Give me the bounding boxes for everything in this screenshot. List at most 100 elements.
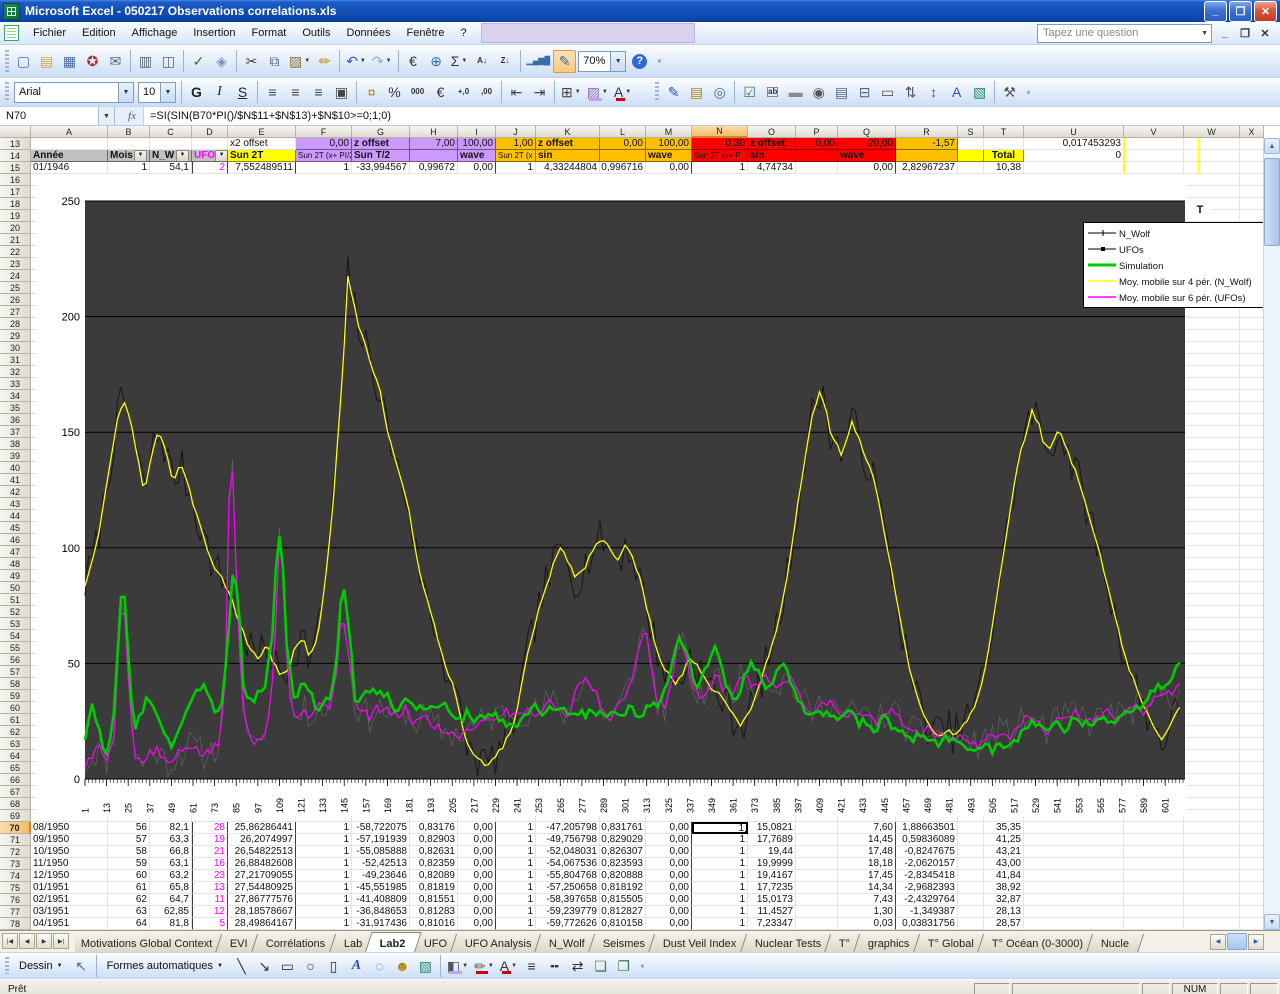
cell-I72[interactable]: 0,00 bbox=[458, 846, 496, 858]
cell-N15[interactable]: 1 bbox=[692, 162, 748, 174]
cell-S74[interactable] bbox=[958, 870, 984, 882]
row-header-27[interactable]: 27 bbox=[0, 306, 31, 318]
cell-W65[interactable] bbox=[1184, 762, 1240, 774]
row-header-58[interactable]: 58 bbox=[0, 678, 31, 690]
cell-X36[interactable] bbox=[1240, 414, 1264, 426]
vertical-scrollbar[interactable]: ▲▼ bbox=[1263, 138, 1280, 930]
cell-S72[interactable] bbox=[958, 846, 984, 858]
cell-W66[interactable] bbox=[1184, 774, 1240, 786]
cell-P70[interactable] bbox=[796, 822, 838, 834]
column-header-M[interactable]: M bbox=[646, 126, 692, 138]
tab-first-icon[interactable]: |◀ bbox=[2, 933, 18, 949]
cell-K71[interactable]: -49,756798 bbox=[536, 834, 600, 846]
cell-G78[interactable]: -31,917436 bbox=[352, 918, 410, 930]
cell-X37[interactable] bbox=[1240, 426, 1264, 438]
autofilter-dropdown-icon[interactable]: ▼ bbox=[134, 150, 147, 162]
cell-T74[interactable]: 41,84 bbox=[984, 870, 1024, 882]
cell-P15[interactable] bbox=[796, 162, 838, 174]
row-header-46[interactable]: 46 bbox=[0, 534, 31, 546]
column-header-W[interactable]: W bbox=[1184, 126, 1240, 138]
scrollbar-control-icon[interactable]: ↕ bbox=[922, 81, 945, 104]
cell-B15[interactable]: 1 bbox=[108, 162, 150, 174]
row-header-49[interactable]: 49 bbox=[0, 570, 31, 582]
column-header-L[interactable]: L bbox=[600, 126, 646, 138]
cell-H73[interactable]: 0,82359 bbox=[410, 858, 458, 870]
cell-L77[interactable]: 0,812827 bbox=[600, 906, 646, 918]
column-header-E[interactable]: E bbox=[228, 126, 296, 138]
shadow-style-icon[interactable]: ❏ bbox=[589, 954, 612, 977]
cell-N78[interactable]: 1 bbox=[692, 918, 748, 930]
cell-W33[interactable] bbox=[1184, 378, 1240, 390]
text-box-icon[interactable]: ▯ bbox=[322, 954, 345, 977]
cell-K13[interactable]: z offset bbox=[536, 138, 600, 150]
cell-U15[interactable] bbox=[1024, 162, 1124, 174]
toolbar-options-icon[interactable]: » bbox=[1017, 86, 1039, 97]
cell-X65[interactable] bbox=[1240, 762, 1264, 774]
cell-R71[interactable]: 0,59836089 bbox=[896, 834, 958, 846]
cell-U73[interactable] bbox=[1024, 858, 1124, 870]
zoom-combo[interactable]: 70%▼ bbox=[578, 51, 626, 72]
tab-nuclear-tests[interactable]: Nuclear Tests bbox=[740, 934, 837, 952]
cell-H75[interactable]: 0,81819 bbox=[410, 882, 458, 894]
workbook-restore-button[interactable]: ❐ bbox=[1238, 27, 1252, 40]
cell-X76[interactable] bbox=[1240, 894, 1264, 906]
cell-K75[interactable]: -57,250658 bbox=[536, 882, 600, 894]
cell-L74[interactable]: 0,820888 bbox=[600, 870, 646, 882]
cell-E15[interactable]: 7,552489511 bbox=[228, 162, 296, 174]
cell-W53[interactable] bbox=[1184, 618, 1240, 630]
cell-R77[interactable]: -1,349387 bbox=[896, 906, 958, 918]
open-folder-icon[interactable]: ▤ bbox=[35, 50, 58, 73]
line-color-icon[interactable]: ✏▼ bbox=[471, 954, 497, 977]
cell-C15[interactable]: 54,1 bbox=[150, 162, 192, 174]
cell-X62[interactable] bbox=[1240, 726, 1264, 738]
cell-X75[interactable] bbox=[1240, 882, 1264, 894]
cell-W58[interactable] bbox=[1184, 678, 1240, 690]
cell-T78[interactable]: 28,57 bbox=[984, 918, 1024, 930]
cell-W70[interactable] bbox=[1184, 822, 1240, 834]
scroll-thumb[interactable] bbox=[1264, 158, 1280, 246]
cell-X15[interactable] bbox=[1240, 162, 1264, 174]
column-header-I[interactable]: I bbox=[458, 126, 496, 138]
cell-G15[interactable]: -33,994567 bbox=[352, 162, 410, 174]
cell-N75[interactable]: 1 bbox=[692, 882, 748, 894]
cell-D71[interactable]: 19 bbox=[192, 834, 228, 846]
row-header-40[interactable]: 40 bbox=[0, 462, 31, 474]
spinbutton-control-icon[interactable]: ⇅ bbox=[899, 81, 922, 104]
select-objects-icon[interactable]: ↖ bbox=[70, 954, 93, 977]
cell-U70[interactable] bbox=[1024, 822, 1124, 834]
row-header-48[interactable]: 48 bbox=[0, 558, 31, 570]
decrease-indent-icon[interactable]: ⇤ bbox=[505, 81, 528, 104]
cell-D78[interactable]: 5 bbox=[192, 918, 228, 930]
cell-X45[interactable] bbox=[1240, 522, 1264, 534]
cell-U72[interactable] bbox=[1024, 846, 1124, 858]
cell-O73[interactable]: 19,9999 bbox=[748, 858, 796, 870]
cell-P76[interactable] bbox=[796, 894, 838, 906]
row-header-23[interactable]: 23 bbox=[0, 258, 31, 270]
arrow-icon[interactable]: ↘ bbox=[253, 954, 276, 977]
cell-X14[interactable] bbox=[1240, 150, 1264, 162]
column-header-U[interactable]: U bbox=[1024, 126, 1124, 138]
cell-W60[interactable] bbox=[1184, 702, 1240, 714]
cell-W41[interactable] bbox=[1184, 474, 1240, 486]
print-icon[interactable]: ▥ bbox=[134, 50, 157, 73]
cell-O74[interactable]: 19,4167 bbox=[748, 870, 796, 882]
cell-M14[interactable]: wave bbox=[646, 150, 692, 162]
restore-button[interactable]: ❐ bbox=[1229, 1, 1252, 22]
row-header-56[interactable]: 56 bbox=[0, 654, 31, 666]
cell-S77[interactable] bbox=[958, 906, 984, 918]
cell-G76[interactable]: -41,408809 bbox=[352, 894, 410, 906]
workbook-minimize-button[interactable]: _ bbox=[1218, 27, 1232, 40]
row-header-74[interactable]: 74 bbox=[0, 870, 31, 882]
decrease-decimal-icon[interactable]: ,00 bbox=[475, 81, 498, 104]
cell-X34[interactable] bbox=[1240, 390, 1264, 402]
properties-icon[interactable]: ▤ bbox=[685, 81, 708, 104]
cell-K72[interactable]: -52,048031 bbox=[536, 846, 600, 858]
cell-B76[interactable]: 62 bbox=[108, 894, 150, 906]
copy-icon[interactable]: ⧉ bbox=[263, 50, 286, 73]
cell-F74[interactable]: 1 bbox=[296, 870, 352, 882]
cell-T72[interactable]: 43,21 bbox=[984, 846, 1024, 858]
tab-corr-lations[interactable]: Corrélations bbox=[251, 934, 340, 952]
cell-V72[interactable] bbox=[1124, 846, 1184, 858]
cell-F13[interactable]: 0,00 bbox=[296, 138, 352, 150]
row-header-60[interactable]: 60 bbox=[0, 702, 31, 714]
